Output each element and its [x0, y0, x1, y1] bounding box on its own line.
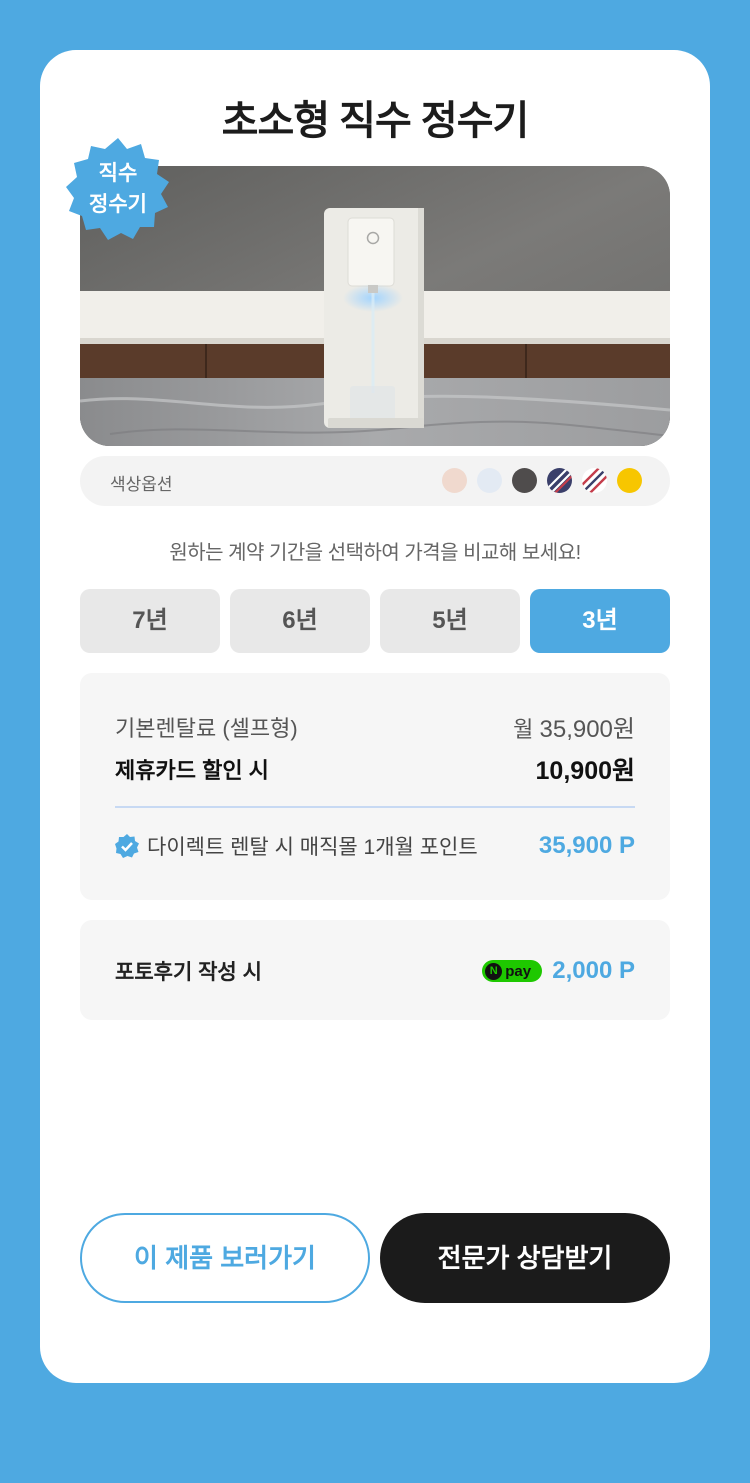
npay-logo-icon: N pay [482, 960, 543, 982]
base-rental-label: 기본렌탈료 (셀프형) [115, 715, 298, 741]
swatch-yellow[interactable] [617, 468, 642, 493]
card-discount-amount: 10,900원 [535, 757, 635, 785]
swatch-light-blue[interactable] [477, 468, 502, 493]
direct-point-row: 다이렉트 렌탈 시 매직몰 1개월 포인트 [115, 831, 478, 861]
badge-line-2: 정수기 [89, 193, 147, 216]
swatch-white-stripe[interactable] [582, 468, 607, 493]
direct-point-amount: 35,900 P [538, 832, 635, 859]
npay-text: pay [505, 962, 532, 980]
tab-7-years[interactable]: 7년 [80, 589, 220, 653]
direct-point-label: 다이렉트 렌탈 시 매직몰 1개월 포인트 [147, 836, 478, 859]
photo-review-label: 포토후기 작성 시 [115, 961, 262, 984]
base-rental-prefix: 월 [513, 717, 534, 742]
npay-n-mark: N [485, 962, 503, 980]
card-discount-label: 제휴카드 할인 시 [115, 758, 269, 783]
category-badge: 직수 정수기 [64, 136, 172, 242]
pricing-panel: 기본렌탈료 (셀프형) 월 35,900원 제휴카드 할인 시 10,900원 … [80, 673, 670, 900]
pricing-divider [115, 806, 635, 808]
product-card: 초소형 직수 정수기 직수 정수기 색상옵션 원하는 계약 기간을 선택하여 가… [40, 50, 710, 1383]
color-option-bar: 색상옵션 [80, 456, 670, 506]
photo-review-reward: N pay 2,000 P [482, 957, 635, 985]
tab-6-years[interactable]: 6년 [230, 589, 370, 653]
view-product-button[interactable]: 이 제품 보러가기 [80, 1213, 370, 1303]
swatch-navy-red-stripe[interactable] [547, 468, 572, 493]
photo-review-amount: 2,000 P [552, 957, 635, 984]
base-rental-amount: 35,900원 [539, 716, 636, 743]
badge-line-1: 직수 [98, 162, 138, 185]
photo-review-panel: 포토후기 작성 시 N pay 2,000 P [80, 920, 670, 1020]
tab-3-years[interactable]: 3년 [530, 589, 670, 653]
base-rental-price: 월 35,900원 [513, 709, 635, 744]
contract-helper-text: 원하는 계약 기간을 선택하여 가격을 비교해 보세요! [169, 542, 581, 564]
color-option-label: 색상옵션 [110, 475, 173, 494]
tab-5-years[interactable]: 5년 [380, 589, 520, 653]
consult-button[interactable]: 전문가 상담받기 [380, 1213, 670, 1303]
swatch-charcoal[interactable] [512, 468, 537, 493]
contract-period-tabs: 7년 6년 5년 3년 [80, 589, 670, 653]
swatch-pink-beige[interactable] [442, 468, 467, 493]
verified-check-icon [115, 834, 139, 858]
